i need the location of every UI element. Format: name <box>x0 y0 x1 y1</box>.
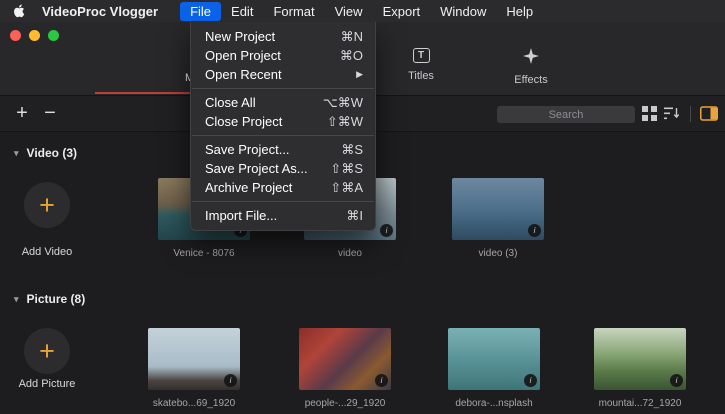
picture-name: skatebo...69_1920 <box>134 398 254 409</box>
video-thumbnail-video-3[interactable]: i <box>452 178 544 240</box>
apple-menu-icon[interactable] <box>12 3 26 19</box>
tab-effects[interactable]: Effects <box>495 48 567 86</box>
remove-media-button[interactable]: − <box>38 98 62 128</box>
menubar-item-help[interactable]: Help <box>496 2 543 21</box>
info-icon[interactable]: i <box>670 374 683 387</box>
video-section-title: Video (3) <box>27 146 77 160</box>
picture-section-header[interactable]: ▾ Picture (8) <box>14 292 85 306</box>
add-picture-label: Add Picture <box>0 378 94 390</box>
menubar-item-export[interactable]: Export <box>373 2 431 21</box>
toolbar-divider <box>690 106 691 122</box>
menu-separator <box>192 88 374 89</box>
picture-name: debora-...nsplash <box>434 398 554 409</box>
search-input[interactable] <box>497 106 635 123</box>
minimize-window-button[interactable] <box>29 30 40 41</box>
picture-thumbnail-mountain[interactable]: i <box>594 328 686 390</box>
submenu-arrow-icon: ▶ <box>356 69 363 80</box>
file-dropdown-menu: New Project ⌘N Open Project ⌘O Open Rece… <box>190 22 376 231</box>
tab-titles-label: Titles <box>408 70 434 82</box>
menubar-item-format[interactable]: Format <box>263 2 324 21</box>
video-name: video (3) <box>438 248 558 259</box>
menu-item-archive-project[interactable]: Archive Project ⇧⌘A <box>191 178 375 197</box>
picture-thumbnail-people[interactable]: i <box>299 328 391 390</box>
tab-titles[interactable]: T Titles <box>385 48 457 82</box>
grid-view-icon[interactable] <box>642 106 657 121</box>
picture-thumbnail-skateboard[interactable]: i <box>148 328 240 390</box>
picture-thumbnail-debora[interactable]: i <box>448 328 540 390</box>
info-icon[interactable]: i <box>380 224 393 237</box>
menu-item-open-project[interactable]: Open Project ⌘O <box>191 46 375 65</box>
add-video-button[interactable]: + <box>24 182 70 228</box>
macos-menubar: VideoProc Vlogger File Edit Format View … <box>0 0 725 22</box>
menu-item-close-project[interactable]: Close Project ⇧⌘W <box>191 112 375 131</box>
menubar-app-name[interactable]: VideoProc Vlogger <box>42 4 158 19</box>
menu-item-new-project[interactable]: New Project ⌘N <box>191 27 375 46</box>
add-media-button[interactable]: + <box>10 98 34 128</box>
sort-icon[interactable] <box>664 106 680 121</box>
menu-item-save-project[interactable]: Save Project... ⌘S <box>191 140 375 159</box>
picture-name: mountai...72_1920 <box>580 398 700 409</box>
picture-section-title: Picture (8) <box>27 292 86 306</box>
traffic-lights <box>10 30 59 41</box>
effects-star-icon <box>523 48 539 67</box>
info-icon[interactable]: i <box>524 374 537 387</box>
collapse-panel-icon[interactable] <box>700 106 718 121</box>
menu-separator <box>192 135 374 136</box>
info-icon[interactable]: i <box>224 374 237 387</box>
menu-separator <box>192 201 374 202</box>
video-name: video <box>290 248 410 259</box>
menu-item-close-all[interactable]: Close All ⌥⌘W <box>191 93 375 112</box>
titles-icon: T <box>413 48 430 63</box>
add-picture-button[interactable]: + <box>24 328 70 374</box>
menubar-item-window[interactable]: Window <box>430 2 496 21</box>
menubar-item-file[interactable]: File <box>180 2 221 21</box>
video-name: Venice - 8076 <box>144 248 264 259</box>
menu-item-import-file[interactable]: Import File... ⌘I <box>191 206 375 225</box>
add-video-label: Add Video <box>0 246 94 258</box>
plus-icon: + <box>39 336 55 367</box>
video-section-header[interactable]: ▾ Video (3) <box>14 146 77 160</box>
menu-item-open-recent[interactable]: Open Recent ▶ <box>191 65 375 84</box>
close-window-button[interactable] <box>10 30 21 41</box>
app-window: VideoProc Vlogger File Edit Format View … <box>0 0 725 414</box>
collapse-picture-icon[interactable]: ▾ <box>14 294 19 305</box>
info-icon[interactable]: i <box>528 224 541 237</box>
tab-effects-label: Effects <box>514 74 547 86</box>
menu-item-save-project-as[interactable]: Save Project As... ⇧⌘S <box>191 159 375 178</box>
info-icon[interactable]: i <box>375 374 388 387</box>
menubar-item-edit[interactable]: Edit <box>221 2 263 21</box>
collapse-video-icon[interactable]: ▾ <box>14 148 19 159</box>
zoom-window-button[interactable] <box>48 30 59 41</box>
menubar-item-view[interactable]: View <box>325 2 373 21</box>
picture-name: people-...29_1920 <box>285 398 405 409</box>
plus-icon: + <box>39 190 55 221</box>
